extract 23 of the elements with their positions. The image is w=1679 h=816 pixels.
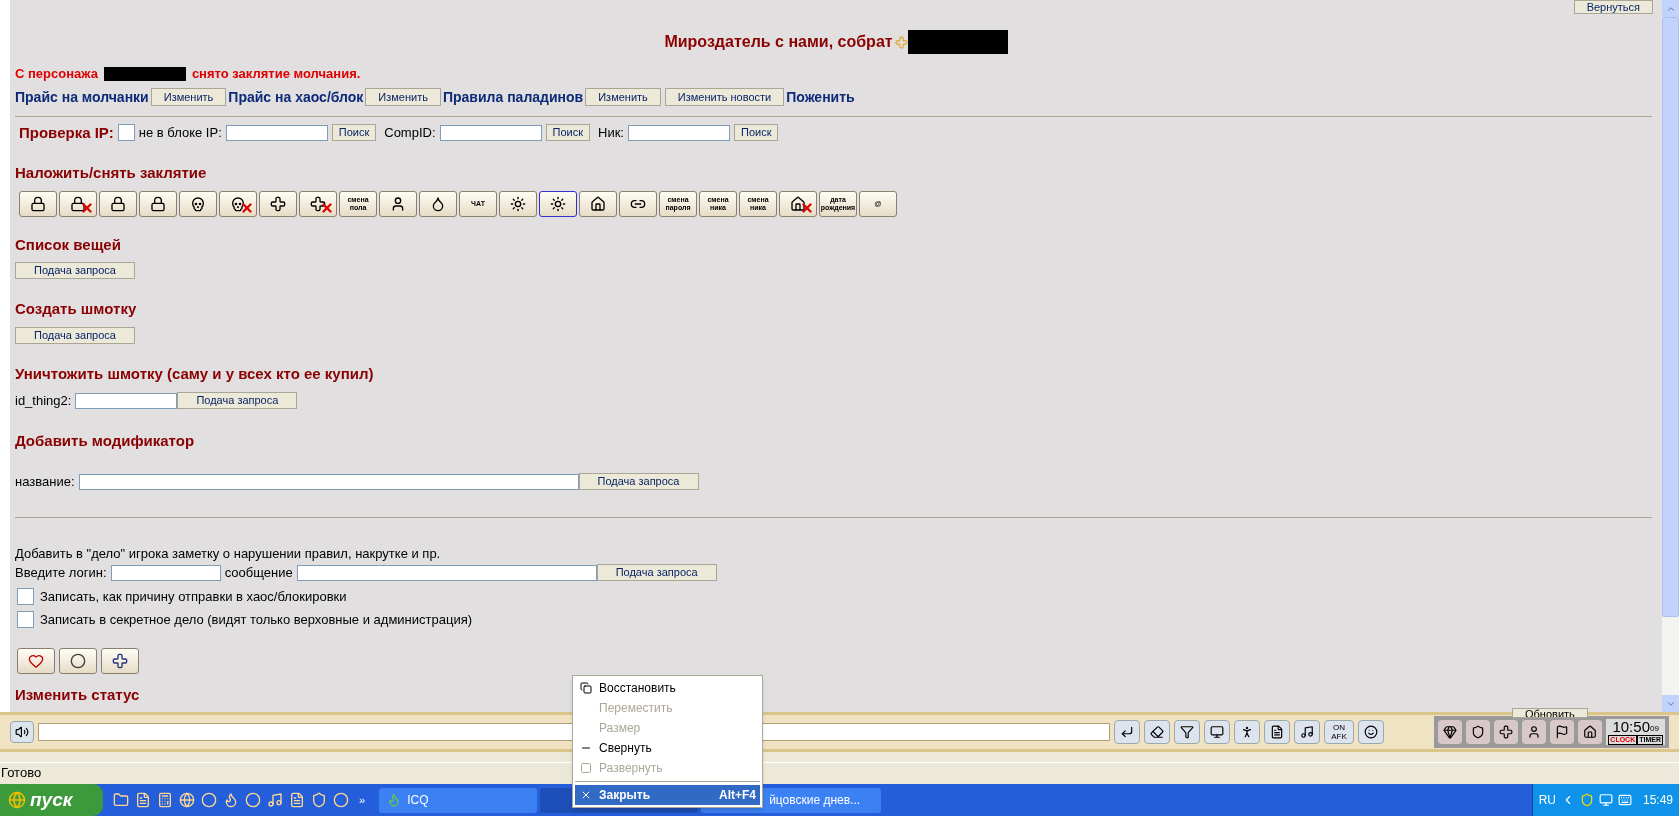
field-label: Ник: [598, 124, 624, 142]
section-title: Список вещей [15, 234, 122, 255]
not-blocked-label: не в блоке IP: [138, 124, 222, 142]
field-label: id_thing2: [15, 392, 72, 410]
ip-check-title: Проверка IP: [19, 122, 114, 143]
greeting-text: Мироздатель с нами, собрат [664, 32, 893, 52]
field-label: CompID: [384, 124, 436, 142]
note-intro: Добавить в "дело" игрока заметку о нарушении правил, накрутке и пр. [15, 544, 442, 563]
checkbox-label: Записать, как причину отправки в хаос/блокировки [40, 587, 347, 606]
section-title: Создать шмотку [15, 299, 138, 319]
section-title: Изменить статус [15, 687, 140, 702]
section-title: Наложить/снять заклятие [15, 163, 208, 183]
field-label: Введите логин: [15, 564, 107, 582]
section-title: Уничтожить шмотку (саму и у всех кто ее купил) [15, 363, 375, 384]
notice-text: снято заклятие молчания. [191, 65, 361, 83]
notice-text: С персонажа [15, 65, 98, 83]
checkbox-label: Записать в секретное дело (видят только верховные и администрация) [40, 611, 472, 629]
tray-clock: 15:49 [1642, 792, 1673, 809]
field-label: сообщение [224, 564, 293, 582]
field-label: название: [15, 473, 75, 491]
section-title: Добавить модификатор [15, 430, 196, 451]
clock-seconds: 09 [1650, 724, 1659, 735]
clock-time: 10:50 [1612, 719, 1650, 735]
